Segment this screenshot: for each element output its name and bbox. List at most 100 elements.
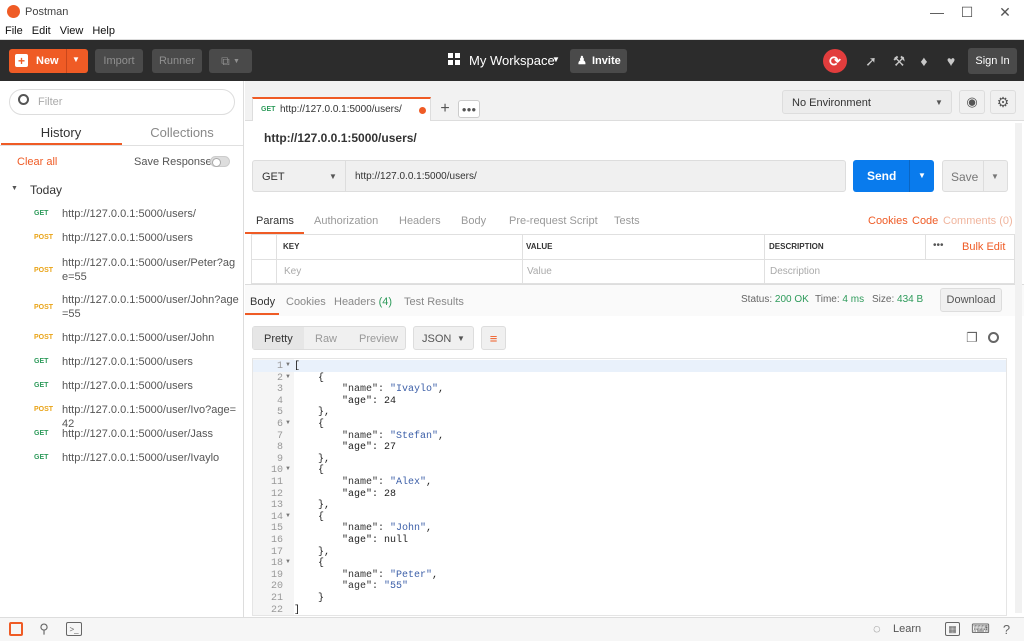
menu-view[interactable]: View — [55, 24, 88, 37]
response-body-editor[interactable]: 1 ▼[2 ▼ {3 "name": "Ivaylo", 4 "age": 24 5 }… — [252, 358, 1007, 616]
new-button[interactable]: + New ▼ — [9, 49, 88, 73]
close-icon[interactable]: ✕ — [988, 0, 1022, 24]
minimize-icon[interactable]: — — [920, 0, 954, 24]
url-input[interactable]: http://127.0.0.1:5000/users/ — [345, 160, 846, 192]
menu-help[interactable]: Help — [87, 24, 119, 37]
chevron-down-icon[interactable]: ▼ — [552, 55, 560, 64]
tab-params[interactable]: Params — [256, 215, 294, 227]
import-button[interactable]: Import — [95, 49, 143, 73]
search-icon[interactable] — [988, 332, 999, 343]
code-link[interactable]: Code — [912, 215, 938, 227]
history-item[interactable]: POST http://127.0.0.1:5000/user/Peter?age… — [0, 254, 244, 291]
raw-tab[interactable]: Raw — [315, 333, 337, 345]
history-item[interactable]: GET http://127.0.0.1:5000/users/ — [0, 205, 244, 229]
heart-icon[interactable]: ♥ — [942, 52, 960, 70]
tab-test-results[interactable]: Test Results — [404, 296, 464, 308]
request-title[interactable]: http://127.0.0.1:5000/users/ — [264, 131, 417, 145]
bulk-edit-link[interactable]: Bulk Edit — [962, 241, 1005, 253]
bell-icon[interactable]: ♦ — [915, 52, 933, 70]
sidebar-toggle-icon[interactable] — [9, 622, 23, 636]
tab-body[interactable]: Body — [461, 215, 486, 227]
param-value-input[interactable]: Value — [527, 266, 552, 277]
new-window-button[interactable]: ⧉ ▼ — [209, 49, 252, 73]
cookies-link[interactable]: Cookies — [868, 215, 908, 227]
history-item[interactable]: GET http://127.0.0.1:5000/user/Jass — [0, 425, 244, 449]
history-item[interactable]: POST http://127.0.0.1:5000/users — [0, 229, 244, 253]
chevron-down-icon[interactable]: ▼ — [991, 172, 999, 181]
more-tabs-icon[interactable]: ●●● — [458, 100, 480, 118]
more-icon[interactable]: ••• — [933, 240, 944, 251]
filter-input[interactable]: Filter — [9, 89, 235, 115]
menu-edit[interactable]: Edit — [27, 24, 55, 37]
copy-icon[interactable]: ❐ — [964, 330, 980, 346]
chevron-down-icon[interactable]: ▼ — [72, 55, 80, 64]
send-button[interactable]: Send ▼ — [853, 160, 934, 192]
console-icon[interactable]: >_ — [66, 622, 82, 636]
menu-file[interactable]: File — [0, 24, 27, 37]
find-icon[interactable]: ⚲ — [37, 621, 51, 637]
sync-icon[interactable]: ⟳ — [823, 49, 847, 73]
satellite-icon[interactable]: ➚ — [862, 52, 880, 70]
history-item[interactable]: POST http://127.0.0.1:5000/user/John — [0, 329, 244, 353]
tab-tests[interactable]: Tests — [614, 215, 640, 227]
tab-cookies[interactable]: Cookies — [286, 296, 326, 308]
code-line: { — [294, 511, 325, 523]
pretty-tab[interactable]: Pretty — [264, 333, 293, 345]
history-item-url: http://127.0.0.1:5000/users — [62, 380, 193, 392]
save-button[interactable]: Save ▼ — [942, 160, 1008, 192]
environment-select[interactable]: No Environment ▼ — [782, 90, 952, 114]
request-tab[interactable]: GET http://127.0.0.1:5000/users/ — [252, 97, 431, 121]
history-item[interactable]: POST http://127.0.0.1:5000/user/Ivo?age=4… — [0, 401, 244, 430]
line-number: 22 — [270, 604, 283, 616]
eye-icon[interactable]: ◉ — [959, 90, 985, 114]
chevron-down-icon[interactable]: ▼ — [11, 185, 18, 192]
two-pane-icon[interactable]: ▦ — [945, 622, 960, 636]
help-icon[interactable]: ? — [999, 621, 1014, 637]
maximize-icon[interactable]: ☐ — [950, 0, 984, 24]
param-key-input[interactable]: Key — [284, 266, 301, 277]
invite-button[interactable]: ♟ Invite — [570, 49, 627, 73]
tab-history[interactable]: History — [1, 125, 121, 145]
wrap-lines-icon[interactable]: ≡ — [481, 326, 506, 350]
save-responses-toggle[interactable] — [210, 156, 230, 167]
time-info: Time: 4 ms — [815, 294, 864, 305]
runner-button[interactable]: Runner — [152, 49, 202, 73]
tab-pre-request-script[interactable]: Pre-request Script — [509, 215, 598, 227]
tab-headers[interactable]: Headers (4) — [334, 296, 392, 308]
tab-collections[interactable]: Collections — [122, 125, 242, 145]
wrench-icon[interactable]: ⚒ — [890, 52, 908, 70]
fold-icon[interactable]: ▼ — [285, 362, 291, 368]
tab-body[interactable]: Body — [250, 296, 275, 308]
history-item[interactable]: GET http://127.0.0.1:5000/users — [0, 353, 244, 377]
size-label: Size: — [872, 294, 895, 305]
add-tab-icon[interactable]: + — [436, 100, 454, 118]
comments-link[interactable]: Comments (0) — [943, 215, 1013, 227]
tab-headers[interactable]: Headers — [399, 215, 441, 227]
scrollbar[interactable] — [1015, 123, 1022, 613]
history-item[interactable]: GET http://127.0.0.1:5000/user/Ivaylo — [0, 449, 244, 473]
workspace-switcher[interactable]: My Workspace — [469, 53, 555, 68]
chevron-down-icon[interactable]: ▼ — [918, 171, 926, 180]
download-button[interactable]: Download — [940, 288, 1002, 312]
method-select[interactable]: GET ▼ — [252, 160, 346, 192]
fold-icon[interactable]: ▼ — [285, 374, 291, 380]
divider — [522, 235, 523, 283]
learn-link[interactable]: Learn — [893, 623, 921, 635]
line-number: 4 — [276, 395, 283, 407]
history-item-method: POST — [34, 406, 54, 413]
fold-icon[interactable]: ▼ — [285, 466, 291, 472]
keyboard-icon[interactable]: ⌨ — [971, 621, 990, 637]
clear-all-link[interactable]: Clear all — [17, 156, 57, 168]
history-item[interactable]: GET http://127.0.0.1:5000/users — [0, 377, 244, 401]
fold-icon[interactable]: ▼ — [285, 559, 291, 565]
history-item-method: GET — [34, 430, 49, 437]
param-description-input[interactable]: Description — [770, 266, 820, 277]
sign-in-button[interactable]: Sign In — [968, 48, 1017, 74]
tab-authorization[interactable]: Authorization — [314, 215, 378, 227]
preview-tab[interactable]: Preview — [359, 333, 398, 345]
format-select[interactable]: JSON ▼ — [413, 326, 474, 350]
history-item[interactable]: POST http://127.0.0.1:5000/user/John?age=… — [0, 291, 244, 329]
gear-icon[interactable]: ⚙ — [990, 90, 1016, 114]
fold-icon[interactable]: ▼ — [285, 420, 291, 426]
fold-icon[interactable]: ▼ — [285, 513, 291, 519]
